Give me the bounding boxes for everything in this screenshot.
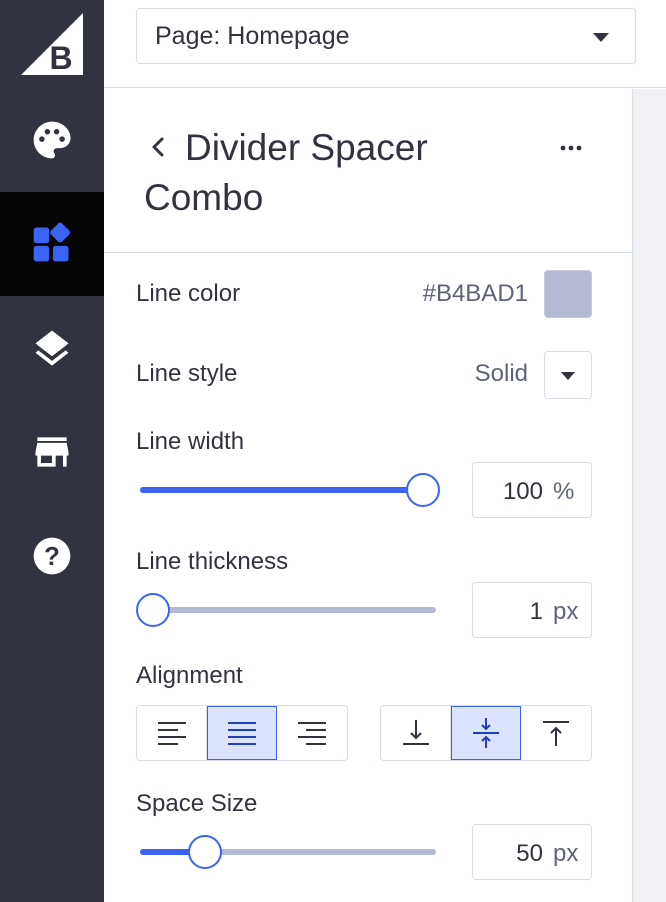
line-width-label: Line width <box>136 428 245 455</box>
line-color-label: Line color <box>136 280 241 307</box>
space-size-input[interactable]: 50 px <box>472 824 592 880</box>
line-thickness-input[interactable]: 1 px <box>472 582 592 638</box>
align-center-icon <box>227 722 256 745</box>
line-style-value: Solid <box>474 360 528 387</box>
align-left-icon <box>157 722 186 745</box>
topbar: Page: Homepage <box>104 0 666 88</box>
help-icon: ? <box>33 537 71 575</box>
sidebar: B ? <box>0 0 104 902</box>
store-icon <box>35 437 69 467</box>
align-bottom-icon <box>402 720 429 745</box>
space-size-slider[interactable] <box>140 835 436 869</box>
line-thickness-label: Line thickness <box>136 548 289 575</box>
widgets-icon <box>33 222 71 262</box>
svg-text:B: B <box>49 40 72 75</box>
align-left-button[interactable] <box>137 706 207 760</box>
panel-header: Divider Spacer Combo <box>104 89 632 253</box>
slider-thumb[interactable] <box>136 593 170 627</box>
canvas-preview-edge <box>632 89 666 902</box>
align-center-button[interactable] <box>207 706 277 760</box>
line-thickness-value: 1 <box>529 598 543 625</box>
page-select[interactable]: Page: Homepage <box>136 8 636 64</box>
bigcommerce-logo-icon: B <box>21 13 83 75</box>
svg-text:?: ? <box>44 543 60 571</box>
slider-fill <box>140 487 436 493</box>
more-options-button[interactable] <box>558 135 584 166</box>
layers-icon <box>35 330 69 366</box>
line-width-slider[interactable] <box>140 473 440 507</box>
bigcommerce-logo[interactable]: B <box>0 0 104 88</box>
palette-icon <box>33 121 71 159</box>
sidebar-item-layers[interactable] <box>0 296 104 400</box>
space-size-label: Space Size <box>136 790 258 817</box>
align-right-button[interactable] <box>277 706 347 760</box>
sidebar-item-page-builder[interactable] <box>0 192 104 296</box>
sidebar-item-storefront[interactable] <box>0 400 104 504</box>
line-width-input[interactable]: 100 % <box>472 462 592 518</box>
align-top-icon <box>543 721 569 746</box>
horizontal-alignment-group <box>136 705 348 761</box>
line-width-value: 100 <box>502 478 543 505</box>
sidebar-item-theme-styles[interactable] <box>0 88 104 192</box>
slider-thumb[interactable] <box>406 473 440 507</box>
line-width-unit: % <box>553 478 575 505</box>
line-color-value: #B4BAD1 <box>422 280 528 307</box>
settings-panel: Divider Spacer Combo Line color #B4BAD1 … <box>104 89 632 902</box>
line-thickness-unit: px <box>553 598 579 625</box>
slider-thumb[interactable] <box>188 835 223 869</box>
line-color-swatch[interactable] <box>544 270 592 318</box>
chevron-down-icon <box>593 33 609 42</box>
line-style-dropdown-button[interactable] <box>544 351 592 399</box>
align-top-button[interactable] <box>521 706 591 760</box>
align-bottom-button[interactable] <box>381 706 451 760</box>
line-thickness-slider[interactable] <box>136 593 436 627</box>
chevron-down-icon <box>561 372 575 380</box>
alignment-label: Alignment <box>136 662 243 689</box>
line-style-label: Line style <box>136 360 238 387</box>
more-horizontal-icon <box>560 145 582 151</box>
vertical-alignment-group <box>380 705 592 761</box>
panel-title: Divider Spacer Combo <box>144 127 428 218</box>
page-select-value: Page: Homepage <box>155 21 350 50</box>
sidebar-item-help[interactable]: ? <box>0 504 104 608</box>
space-size-unit: px <box>553 840 579 867</box>
align-right-icon <box>298 722 326 745</box>
align-middle-icon <box>472 718 499 748</box>
space-size-value: 50 <box>516 840 543 867</box>
align-middle-button[interactable] <box>451 706 521 760</box>
